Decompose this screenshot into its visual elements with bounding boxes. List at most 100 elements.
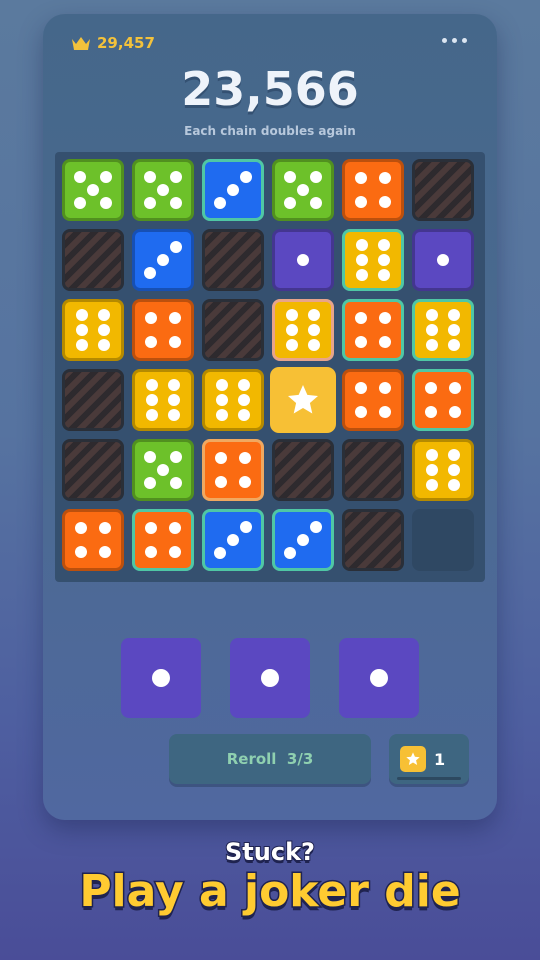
board-die-yellow-6[interactable] bbox=[130, 367, 196, 433]
die-face bbox=[202, 509, 264, 571]
joker-button[interactable]: 1 bbox=[389, 734, 469, 784]
die-pip bbox=[448, 449, 461, 462]
die-pip bbox=[170, 197, 183, 210]
die-pip bbox=[354, 311, 367, 324]
die-pip bbox=[143, 197, 156, 210]
board-die-blue-3[interactable] bbox=[200, 507, 266, 573]
die-pip bbox=[157, 464, 169, 476]
board-die-yellow-6[interactable] bbox=[60, 297, 126, 363]
die-pip bbox=[425, 338, 438, 351]
die-pip bbox=[449, 406, 462, 419]
die-pip bbox=[354, 171, 367, 184]
die-pip bbox=[285, 309, 298, 322]
board-die-green-5[interactable] bbox=[60, 157, 126, 223]
die-pip bbox=[238, 408, 251, 421]
die-pip bbox=[379, 311, 392, 324]
board-die-green-5[interactable] bbox=[130, 157, 196, 223]
empty-cell[interactable] bbox=[410, 507, 476, 573]
board-die-yellow-6[interactable] bbox=[340, 227, 406, 293]
board-die-blue-3[interactable] bbox=[200, 157, 266, 223]
tray-die-1[interactable] bbox=[121, 638, 201, 718]
die-pip bbox=[448, 324, 461, 336]
die-pip bbox=[75, 324, 88, 336]
die-pip bbox=[310, 170, 323, 183]
die-pip bbox=[425, 464, 438, 476]
blocked-tile bbox=[342, 439, 404, 501]
blocked-tile bbox=[202, 299, 264, 361]
die-face bbox=[62, 509, 124, 571]
die-pip bbox=[238, 379, 251, 392]
die-pip bbox=[170, 477, 183, 490]
die-pip bbox=[240, 170, 253, 183]
blocked-tile bbox=[412, 159, 474, 221]
die-pip bbox=[215, 394, 228, 406]
die-face bbox=[272, 299, 334, 361]
die-face bbox=[412, 439, 474, 501]
board-die-orange-4[interactable] bbox=[340, 297, 406, 363]
die-pip bbox=[283, 170, 296, 183]
die-pip bbox=[170, 240, 183, 253]
die-pip bbox=[239, 451, 252, 464]
die-pip bbox=[425, 324, 438, 336]
board-die-purple-1[interactable] bbox=[270, 227, 336, 293]
die-pip bbox=[74, 521, 87, 534]
die-pip bbox=[73, 170, 86, 183]
die-pip bbox=[213, 197, 226, 210]
die-pip bbox=[285, 324, 298, 336]
die-pip bbox=[240, 520, 253, 533]
die-pip bbox=[215, 379, 228, 392]
blocked-cell bbox=[340, 437, 406, 503]
die-pip bbox=[152, 669, 170, 687]
die-pip bbox=[448, 309, 461, 322]
blocked-tile bbox=[62, 439, 124, 501]
board-die-yellow-6[interactable] bbox=[270, 297, 336, 363]
die-pip bbox=[354, 406, 367, 419]
die-pip bbox=[354, 336, 367, 349]
die-pip bbox=[379, 171, 392, 184]
die-pip bbox=[170, 170, 183, 183]
board-die-yellow-6[interactable] bbox=[200, 367, 266, 433]
die-face bbox=[342, 159, 404, 221]
board-die-orange-4[interactable] bbox=[410, 367, 476, 433]
die-pip bbox=[437, 254, 449, 266]
die-face bbox=[202, 439, 264, 501]
blocked-tile bbox=[342, 509, 404, 571]
die-pip bbox=[355, 254, 368, 266]
blocked-cell bbox=[60, 367, 126, 433]
caption-headline: Play a joker die bbox=[78, 865, 462, 919]
board-die-orange-4[interactable] bbox=[130, 297, 196, 363]
die-pip bbox=[448, 338, 461, 351]
blocked-cell bbox=[200, 227, 266, 293]
board-die-yellow-6[interactable] bbox=[410, 297, 476, 363]
tray-die-2[interactable] bbox=[230, 638, 310, 718]
die-pip bbox=[379, 336, 392, 349]
joker-progress-bar bbox=[397, 777, 461, 780]
board-die-green-5[interactable] bbox=[130, 437, 196, 503]
die-pip bbox=[227, 534, 239, 546]
die-pip bbox=[310, 197, 323, 210]
board-die-orange-4[interactable] bbox=[60, 507, 126, 573]
die-pip bbox=[143, 450, 156, 463]
reroll-button[interactable]: Reroll 3/3 bbox=[169, 734, 371, 784]
joker-die[interactable] bbox=[270, 367, 336, 433]
die-pip bbox=[425, 478, 438, 491]
die-pip bbox=[448, 464, 461, 476]
board-die-green-5[interactable] bbox=[270, 157, 336, 223]
board-die-orange-4[interactable] bbox=[340, 157, 406, 223]
board-die-blue-3[interactable] bbox=[130, 227, 196, 293]
die-pip bbox=[239, 476, 252, 489]
die-pip bbox=[100, 197, 113, 210]
board-die-yellow-6[interactable] bbox=[410, 437, 476, 503]
blocked-cell bbox=[270, 437, 336, 503]
die-face bbox=[342, 229, 404, 291]
tray-die-3[interactable] bbox=[339, 638, 419, 718]
board-die-blue-3[interactable] bbox=[270, 507, 336, 573]
blocked-cell bbox=[340, 507, 406, 573]
more-dots-icon[interactable] bbox=[442, 38, 467, 43]
board-die-orange-4[interactable] bbox=[130, 507, 196, 573]
board-die-orange-4[interactable] bbox=[340, 367, 406, 433]
die-pip bbox=[99, 546, 112, 559]
die-pip bbox=[144, 336, 157, 349]
board-die-orange-4[interactable] bbox=[200, 437, 266, 503]
board-die-purple-1[interactable] bbox=[410, 227, 476, 293]
